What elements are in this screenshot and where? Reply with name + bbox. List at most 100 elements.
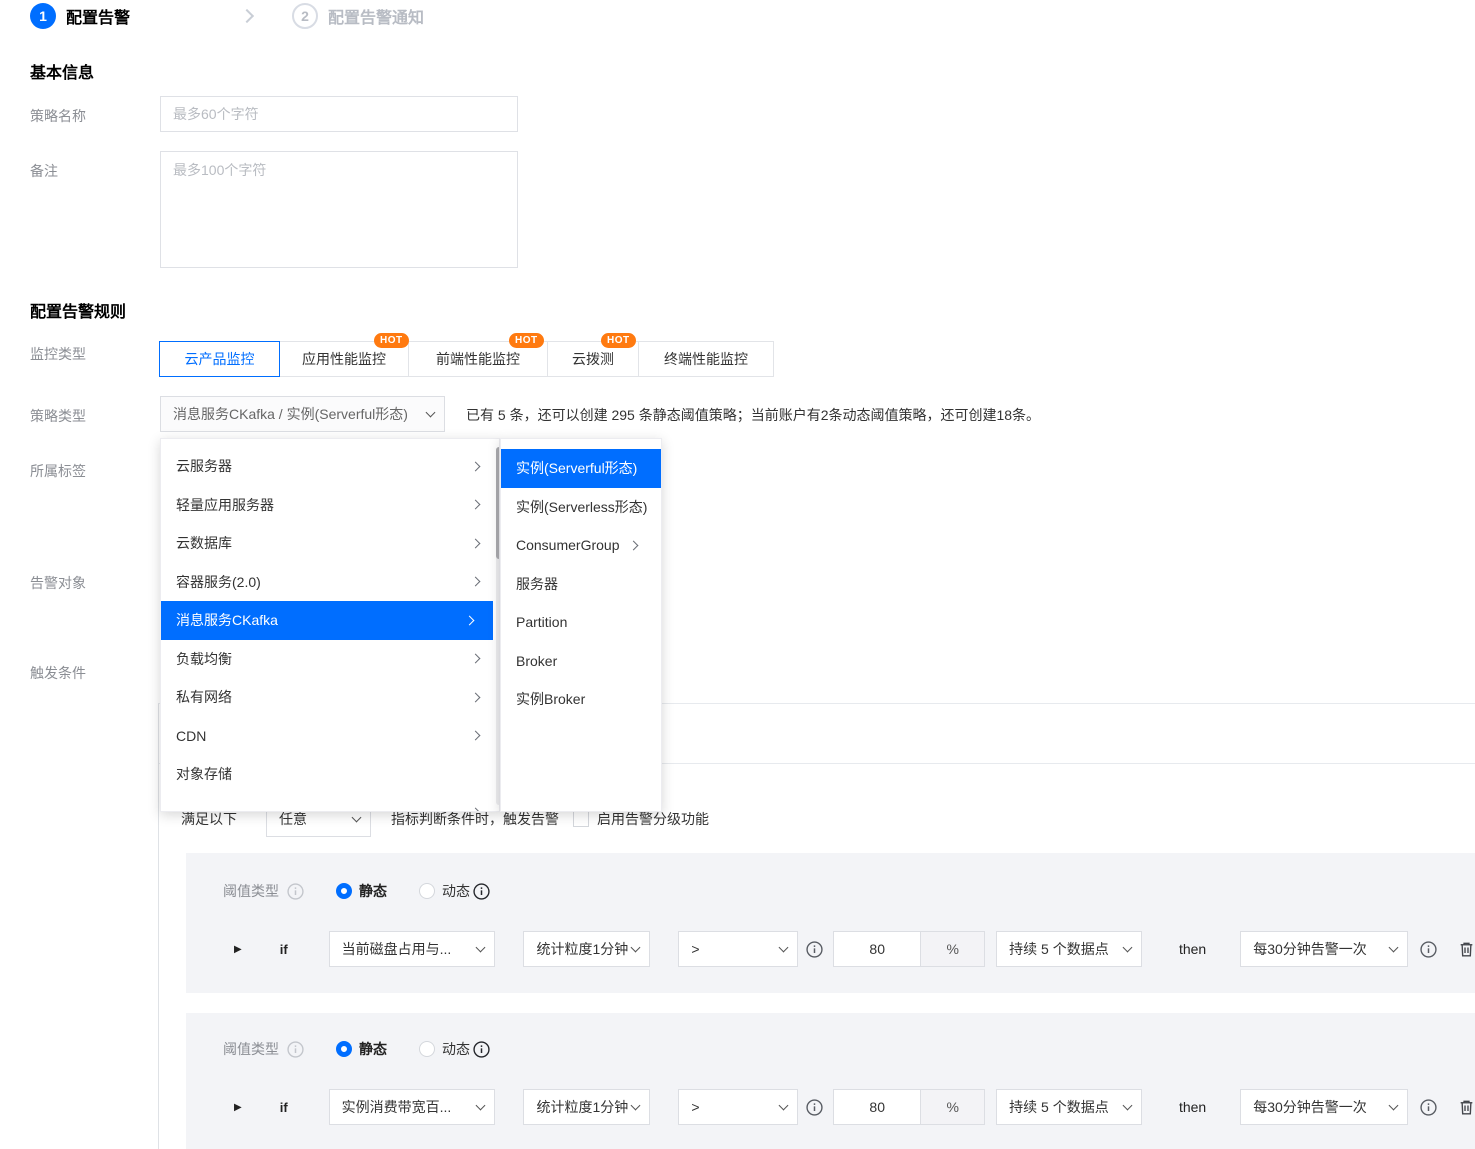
step-1-circle: 1 <box>30 3 56 29</box>
info-icon[interactable] <box>287 882 304 900</box>
info-icon[interactable] <box>287 1040 304 1058</box>
step-indicator: 1 配置告警 2 配置告警通知 <box>30 3 424 29</box>
threshold-type-row: 阈值类型 静态 动态 <box>223 880 490 902</box>
menu-item-clouddb[interactable]: 云数据库 <box>161 524 499 563</box>
static-radio[interactable] <box>336 883 352 899</box>
info-icon[interactable] <box>806 940 823 958</box>
remark-textarea[interactable] <box>160 151 518 268</box>
policy-name-input[interactable] <box>160 96 518 132</box>
rules-heading: 配置告警规则 <box>30 304 127 321</box>
chevron-down-icon <box>425 407 436 418</box>
monitor-type-tabs: 云产品监控 应用性能监控 前端性能监控 云拨测 终端性能监控 <box>159 341 774 377</box>
remark-label: 备注 <box>30 163 58 179</box>
chevron-down-icon <box>1122 1100 1133 1111</box>
duration-select-value: 持续 5 个数据点 <box>1009 941 1109 957</box>
menu-item-label: 对象存储 <box>176 766 232 783</box>
rule-row: ▶ if 当前磁盘占用与... 统计粒度1分钟 > % 持续 5 个数据点 <box>186 931 1475 967</box>
frequency-select-value: 每30分钟告警一次 <box>1253 941 1367 957</box>
policy-type-hint: 已有 5 条，还可以创建 295 条静态阈值策略；当前账户有2条动态阈值策略，还… <box>466 407 1041 423</box>
chevron-down-icon <box>778 1100 789 1111</box>
metric-select-value: 实例消费带宽百... <box>341 1099 452 1115</box>
granularity-select-value: 统计粒度1分钟 <box>536 941 629 957</box>
alarm-policy-page: 1 配置告警 2 配置告警通知 基本信息 策略名称 备注 配置告警规则 监控类型… <box>0 0 1475 1149</box>
threshold-unit: % <box>921 1089 986 1125</box>
menu-item-label: 云服务器 <box>176 458 232 475</box>
tab-terminal-monitor[interactable]: 终端性能监控 <box>638 341 774 377</box>
policy-type-select[interactable]: 消息服务CKafka / 实例(Serverful形态) <box>160 396 445 432</box>
threshold-unit: % <box>921 931 986 967</box>
tab-cloud-product-monitor[interactable]: 云产品监控 <box>159 341 280 377</box>
submenu-item-label: 服务器 <box>516 575 558 592</box>
threshold-value-input[interactable] <box>833 1089 922 1125</box>
basic-info-heading: 基本信息 <box>30 65 95 82</box>
dynamic-radio[interactable] <box>419 1041 435 1057</box>
submenu-item-consumergroup[interactable]: ConsumerGroup <box>501 526 661 565</box>
submenu-item-serverless[interactable]: 实例(Serverless形态) <box>501 487 661 526</box>
delete-rule-button[interactable] <box>1458 1098 1475 1116</box>
then-label: then <box>1178 941 1207 957</box>
static-radio-label: 静态 <box>359 883 387 899</box>
rule-row: ▶ if 实例消费带宽百... 统计粒度1分钟 > % 持续 5 个数据点 <box>186 1089 1475 1125</box>
delete-rule-button[interactable] <box>1458 940 1475 958</box>
menu-item-cos[interactable]: 对象存储 <box>161 755 499 794</box>
submenu-item-broker[interactable]: Broker <box>501 641 661 680</box>
product-submenu: 实例(Serverful形态) 实例(Serverless形态) Consume… <box>500 438 662 812</box>
submenu-item-instance-broker[interactable]: 实例Broker <box>501 680 661 719</box>
then-label: then <box>1178 1099 1207 1115</box>
alarm-object-label: 告警对象 <box>30 575 86 591</box>
if-label: if <box>279 941 288 957</box>
expand-triangle-icon[interactable]: ▶ <box>234 944 242 955</box>
submenu-item-label: ConsumerGroup <box>516 537 620 554</box>
info-icon[interactable] <box>806 1098 823 1116</box>
frequency-select[interactable]: 每30分钟告警一次 <box>1240 931 1409 967</box>
menu-item-clb[interactable]: 负载均衡 <box>161 639 499 678</box>
duration-select[interactable]: 持续 5 个数据点 <box>996 931 1142 967</box>
dynamic-radio[interactable] <box>419 883 435 899</box>
submenu-item-label: 实例(Serverless形态) <box>516 498 648 515</box>
operator-select[interactable]: > <box>678 1089 799 1125</box>
menu-item-cdn[interactable]: CDN <box>161 716 499 755</box>
chevron-right-icon <box>470 692 481 703</box>
info-icon[interactable] <box>1420 1098 1437 1116</box>
chevron-right-icon <box>470 499 481 510</box>
condition-prefix: 满足以下 <box>181 811 237 827</box>
frequency-select-value: 每30分钟告警一次 <box>1253 1099 1367 1115</box>
chevron-down-icon <box>1122 942 1133 953</box>
menu-item-tke[interactable]: 容器服务(2.0) <box>161 562 499 601</box>
granularity-select[interactable]: 统计粒度1分钟 <box>523 1089 651 1125</box>
menu-item-lighthouse[interactable]: 轻量应用服务器 <box>161 485 499 524</box>
frequency-select[interactable]: 每30分钟告警一次 <box>1240 1089 1409 1125</box>
expand-triangle-icon[interactable]: ▶ <box>234 1102 242 1113</box>
chevron-right-icon <box>470 730 481 741</box>
submenu-item-partition[interactable]: Partition <box>501 603 661 642</box>
menu-item-cvm[interactable]: 云服务器 <box>161 447 499 486</box>
hot-badge: HOT <box>509 333 544 348</box>
menu-item-clipped[interactable] <box>161 793 499 811</box>
threshold-type-row: 阈值类型 静态 动态 <box>223 1038 490 1060</box>
granularity-select[interactable]: 统计粒度1分钟 <box>523 931 651 967</box>
static-radio[interactable] <box>336 1041 352 1057</box>
menu-item-vpc[interactable]: 私有网络 <box>161 678 499 717</box>
info-icon[interactable] <box>473 1040 490 1058</box>
menu-item-label: 云数据库 <box>176 535 232 552</box>
info-icon[interactable] <box>473 882 490 900</box>
metric-select[interactable]: 实例消费带宽百... <box>328 1089 496 1125</box>
submenu-item-label: 实例(Serverful形态) <box>516 460 638 477</box>
menu-item-label: 负载均衡 <box>176 650 232 667</box>
menu-item-label: 轻量应用服务器 <box>176 496 274 513</box>
submenu-item-server[interactable]: 服务器 <box>501 564 661 603</box>
policy-name-label: 策略名称 <box>30 108 86 124</box>
duration-select[interactable]: 持续 5 个数据点 <box>996 1089 1142 1125</box>
threshold-type-label: 阈值类型 <box>223 1041 279 1057</box>
metric-select[interactable]: 当前磁盘占用与... <box>328 931 496 967</box>
grading-checkbox[interactable] <box>573 811 589 827</box>
chevron-down-icon <box>1388 942 1399 953</box>
hot-badge: HOT <box>374 333 409 348</box>
info-icon[interactable] <box>1420 940 1437 958</box>
threshold-value-input[interactable] <box>833 931 922 967</box>
submenu-item-label: 实例Broker <box>516 691 586 708</box>
submenu-item-serverful[interactable]: 实例(Serverful形态) <box>501 449 661 488</box>
operator-select[interactable]: > <box>678 931 799 967</box>
menu-item-ckafka[interactable]: 消息服务CKafka <box>161 601 493 640</box>
static-radio-label: 静态 <box>359 1041 387 1057</box>
